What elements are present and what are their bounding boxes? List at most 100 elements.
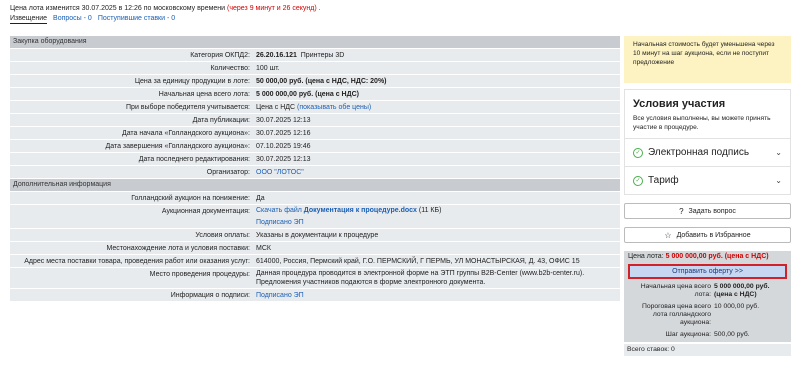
- cutoff-price-info: Пороговая цена всего лота голландского а…: [628, 303, 787, 327]
- procedure-place-line2: Предложения участников подаются в форме …: [256, 279, 486, 286]
- sidebar-start-price-label: Начальная цена всего лота:: [640, 283, 711, 298]
- row-unit-price: Цена за единицу продукции в лоте: 50 000…: [10, 75, 620, 87]
- procedure-place-line1: Данная процедура проводится в электронно…: [256, 270, 585, 277]
- question-icon: ?: [679, 206, 684, 216]
- okpd-label: Категория ОКПД2:: [190, 51, 250, 59]
- cutoff-price-value: 10 000,00 руб.: [714, 303, 760, 310]
- row-winner-criteria: При выборе победителя учитывается: Цена …: [10, 101, 620, 113]
- payment-terms-label: Условия оплаты:: [195, 231, 250, 239]
- download-file-link[interactable]: Скачать файл: [256, 207, 302, 214]
- auction-start-label: Дата начала «Голландского аукциона»:: [121, 129, 250, 137]
- current-price-prefix: Цена лота:: [628, 253, 664, 260]
- tab-questions[interactable]: Вопросы - 0: [53, 15, 92, 24]
- docs-signed-link[interactable]: Подписано ЭП: [256, 219, 304, 226]
- procedure-place-label: Место проведения процедуры:: [149, 271, 250, 278]
- start-price-info: Начальная цена всего лота: 5 000 000,00 …: [628, 283, 787, 299]
- delivery-address-label: Адрес места поставки товара, проведения …: [24, 257, 250, 265]
- payment-terms-value: Указаны в документации к процедуре: [256, 231, 379, 239]
- show-both-prices-link[interactable]: (показывать обе цены): [297, 104, 371, 111]
- chevron-down-icon: ⌄: [775, 148, 782, 157]
- price-change-notice: Цена лота изменится 30.07.2025 в 12:26 п…: [10, 5, 321, 12]
- total-bids: Всего ставок: 0: [624, 344, 791, 356]
- last-edit-label: Дата последнего редактирования:: [138, 155, 250, 163]
- row-dutch-auction: Голландский аукцион на понижение: Да: [10, 192, 620, 204]
- auction-start-value: 30.07.2025 12:16: [256, 129, 311, 137]
- okpd-name: Принтеры 3D: [300, 51, 345, 59]
- price-change-text: Цена лота изменится 30.07.2025 в 12:26 п…: [10, 5, 226, 12]
- sidebar: Начальная стоимость будет уменьшена чере…: [624, 36, 791, 356]
- current-price-value: 5 000 000,00 руб. (цена с НДС): [665, 253, 769, 260]
- row-signature-info: Информация о подписи: Подписано ЭП: [10, 289, 620, 301]
- start-price-label: Начальная цена всего лота:: [158, 90, 250, 98]
- conditions-text: Все условия выполнены, вы можете принять…: [633, 115, 771, 131]
- dutch-auction-label: Голландский аукцион на понижение:: [131, 194, 250, 202]
- cutoff-price-label: Пороговая цена всего лота голландского а…: [641, 303, 711, 326]
- lot-location-label: Местонахождение лота и условия поставки:: [106, 244, 251, 252]
- dutch-auction-value: Да: [256, 194, 265, 202]
- price-box: Цена лота: 5 000 000,00 руб. (цена с НДС…: [624, 251, 791, 342]
- sidebar-start-price-note: (цена с НДС): [714, 291, 757, 298]
- delivery-address-value: 614000, Россия, Пермский край, Г.О. ПЕРМ…: [256, 257, 580, 265]
- section-title-procurement: Закупка оборудования: [10, 36, 620, 48]
- signature-info-link[interactable]: Подписано ЭП: [256, 292, 304, 299]
- conditions-title: Условия участия: [633, 98, 726, 110]
- row-delivery-address: Адрес места поставки товара, проведения …: [10, 255, 620, 267]
- condition-e-signature-label: Электронная подпись: [648, 147, 750, 158]
- check-icon: ✓: [633, 175, 643, 186]
- row-last-edit: Дата последнего редактирования: 30.07.20…: [10, 153, 620, 165]
- participation-conditions: Условия участия Все условия выполнены, в…: [624, 89, 791, 195]
- quantity-label: Количество:: [210, 64, 250, 72]
- row-procedure-place: Место проведения процедуры: Данная проце…: [10, 268, 620, 288]
- last-edit-value: 30.07.2025 12:13: [256, 155, 311, 163]
- lot-details: Закупка оборудования Категория ОКПД2: 26…: [10, 36, 620, 302]
- row-auction-start: Дата начала «Голландского аукциона»: 30.…: [10, 127, 620, 139]
- ask-question-button[interactable]: ? Задать вопрос: [624, 203, 791, 219]
- price-reduction-notice: Начальная стоимость будет уменьшена чере…: [624, 36, 791, 83]
- add-favorite-button[interactable]: ☆ Добавить в Избранное: [624, 227, 791, 243]
- section-title-additional: Дополнительная информация: [10, 179, 620, 191]
- row-lot-location: Местонахождение лота и условия поставки:…: [10, 242, 620, 254]
- quantity-value: 100 шт.: [256, 64, 280, 72]
- row-publication-date: Дата публикации: 30.07.2025 12:13: [10, 114, 620, 126]
- publication-date-value: 30.07.2025 12:13: [256, 116, 311, 124]
- row-start-price: Начальная цена всего лота: 5 000 000,00 …: [10, 88, 620, 100]
- auction-docs-label: Аукционная документация:: [161, 208, 250, 215]
- check-icon: ✓: [633, 147, 643, 158]
- docs-file-link[interactable]: Документация к процедуре.docx: [304, 207, 417, 214]
- row-quantity: Количество: 100 шт.: [10, 62, 620, 74]
- start-price-value: 5 000 000,00 руб. (цена с НДС): [256, 90, 359, 98]
- row-okpd: Категория ОКПД2: 26.20.16.121 Принтеры 3…: [10, 49, 620, 61]
- lot-location-value: МСК: [256, 244, 271, 252]
- condition-tariff[interactable]: ✓ Тариф ⌄: [625, 166, 790, 194]
- condition-e-signature[interactable]: ✓ Электронная подпись ⌄: [625, 138, 790, 166]
- chevron-down-icon: ⌄: [775, 176, 782, 185]
- countdown-tail: .: [318, 5, 321, 12]
- auction-step-value: 500,00 руб.: [714, 331, 750, 338]
- signature-info-label: Информация о подписи:: [170, 291, 250, 299]
- winner-criteria-label: При выборе победителя учитывается:: [126, 103, 250, 111]
- tab-notice[interactable]: Извещение: [10, 15, 48, 24]
- auction-step-label: Шаг аукциона:: [665, 331, 711, 338]
- docs-file-size: (11 КБ): [418, 207, 442, 214]
- unit-price-value: 50 000,00 руб. (цена с НДС, НДС: 20%): [256, 77, 387, 85]
- star-icon: ☆: [664, 230, 672, 240]
- row-organizer: Организатор: ООО "ЛОТОС": [10, 166, 620, 178]
- winner-criteria-value: Цена с НДС: [256, 103, 296, 111]
- row-auction-end: Дата завершения «Голландского аукциона»:…: [10, 140, 620, 152]
- auction-end-value: 07.10.2025 19:46: [256, 142, 311, 150]
- organizer-label: Организатор:: [206, 168, 250, 176]
- sidebar-start-price-value: 5 000 000,00 руб.: [714, 283, 770, 290]
- publication-date-label: Дата публикации:: [192, 116, 250, 124]
- send-offer-button[interactable]: Отправить оферту >>: [628, 264, 787, 279]
- tab-bar: Извещение Вопросы - 0 Поступившие ставки…: [10, 15, 175, 24]
- countdown-text: (через 9 минут и 26 секунд): [227, 5, 317, 12]
- auction-end-label: Дата завершения «Голландского аукциона»:: [105, 142, 250, 150]
- organizer-link[interactable]: ООО "ЛОТОС": [256, 169, 304, 176]
- current-price: Цена лота: 5 000 000,00 руб. (цена с НДС…: [628, 253, 787, 260]
- add-favorite-label: Добавить в Избранное: [676, 231, 751, 239]
- ask-question-label: Задать вопрос: [688, 207, 736, 215]
- row-auction-docs: Аукционная документация: Скачать файл До…: [10, 205, 620, 228]
- auction-step-info: Шаг аукциона: 500,00 руб.: [628, 331, 787, 339]
- okpd-value: 26.20.16.121 Принтеры 3D: [254, 50, 620, 61]
- tab-bids[interactable]: Поступившие ставки - 0: [98, 15, 175, 24]
